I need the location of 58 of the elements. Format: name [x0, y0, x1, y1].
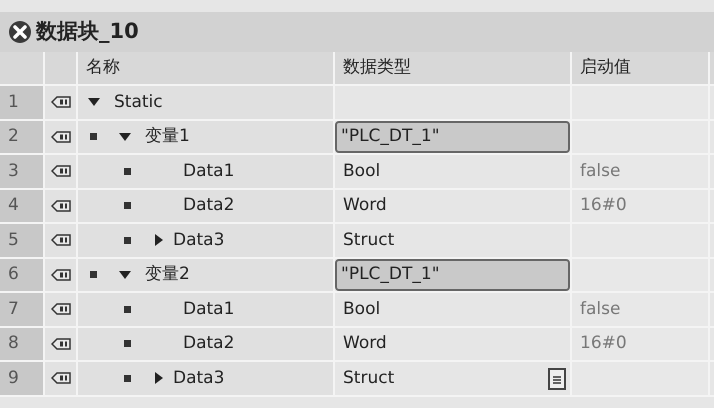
bullet-icon: [124, 374, 131, 382]
type-text: Struct: [342, 228, 396, 252]
bullet-icon: [90, 271, 97, 278]
bullet-icon: [124, 236, 131, 244]
type-field[interactable]: "PLC_DT_1": [335, 258, 570, 291]
start-value: 16#0: [580, 194, 627, 217]
name-text: 变量2: [145, 263, 190, 286]
tag-icon: [50, 130, 70, 143]
row-number: 8: [0, 328, 45, 360]
tag-icon: [50, 200, 70, 212]
type-text: Struct: [342, 366, 396, 390]
row-number: 6: [0, 258, 45, 291]
tag-icon: [50, 338, 70, 350]
tag-icon: [50, 165, 70, 178]
collapse-icon[interactable]: [155, 372, 163, 384]
block-title: 数据块_10: [36, 18, 139, 46]
collapse-icon[interactable]: [155, 234, 163, 246]
type-text: Word: [342, 332, 388, 355]
column-header[interactable]: 名称: [78, 52, 335, 84]
expand-icon[interactable]: [119, 132, 131, 141]
name-text: Data3: [173, 228, 224, 252]
bullet-icon: [124, 340, 131, 348]
type-text: Bool: [342, 160, 382, 182]
row-number: 4: [0, 190, 45, 222]
row-number: 5: [0, 224, 45, 256]
row-number: 2: [0, 120, 45, 153]
expand-icon[interactable]: [119, 270, 131, 279]
bullet-icon: [90, 133, 97, 140]
type-text: Bool: [342, 298, 382, 320]
start-value: false: [580, 298, 620, 320]
row-number: 1: [0, 86, 45, 118]
name-text: Data1: [183, 298, 234, 320]
name-text: Data1: [183, 160, 234, 182]
name-text: Data2: [183, 332, 234, 355]
bullet-icon: [124, 306, 131, 313]
bullet-icon: [124, 202, 131, 210]
tag-icon: [50, 372, 70, 384]
start-value: false: [580, 160, 620, 182]
tag-icon: [50, 268, 70, 281]
type-text: Word: [342, 194, 388, 217]
tag-icon: [50, 96, 70, 108]
name-text: 变量1: [145, 125, 190, 148]
expand-icon[interactable]: [88, 98, 100, 106]
name-text: Data3: [173, 366, 224, 390]
row-number: 9: [0, 362, 45, 394]
bullet-icon: [124, 168, 131, 175]
start-value: 16#0: [580, 332, 627, 355]
column-header[interactable]: 数据类型: [335, 52, 572, 84]
name-text: Static: [114, 90, 163, 114]
row-number: 3: [0, 155, 45, 188]
tag-icon: [50, 234, 70, 246]
name-text: Data2: [183, 194, 234, 217]
row-number: 7: [0, 293, 45, 326]
column-header[interactable]: 启动值: [572, 52, 710, 84]
close-icon[interactable]: [8, 20, 32, 44]
list-icon[interactable]: [548, 368, 566, 390]
tag-icon: [50, 303, 70, 316]
type-field[interactable]: "PLC_DT_1": [335, 120, 570, 153]
